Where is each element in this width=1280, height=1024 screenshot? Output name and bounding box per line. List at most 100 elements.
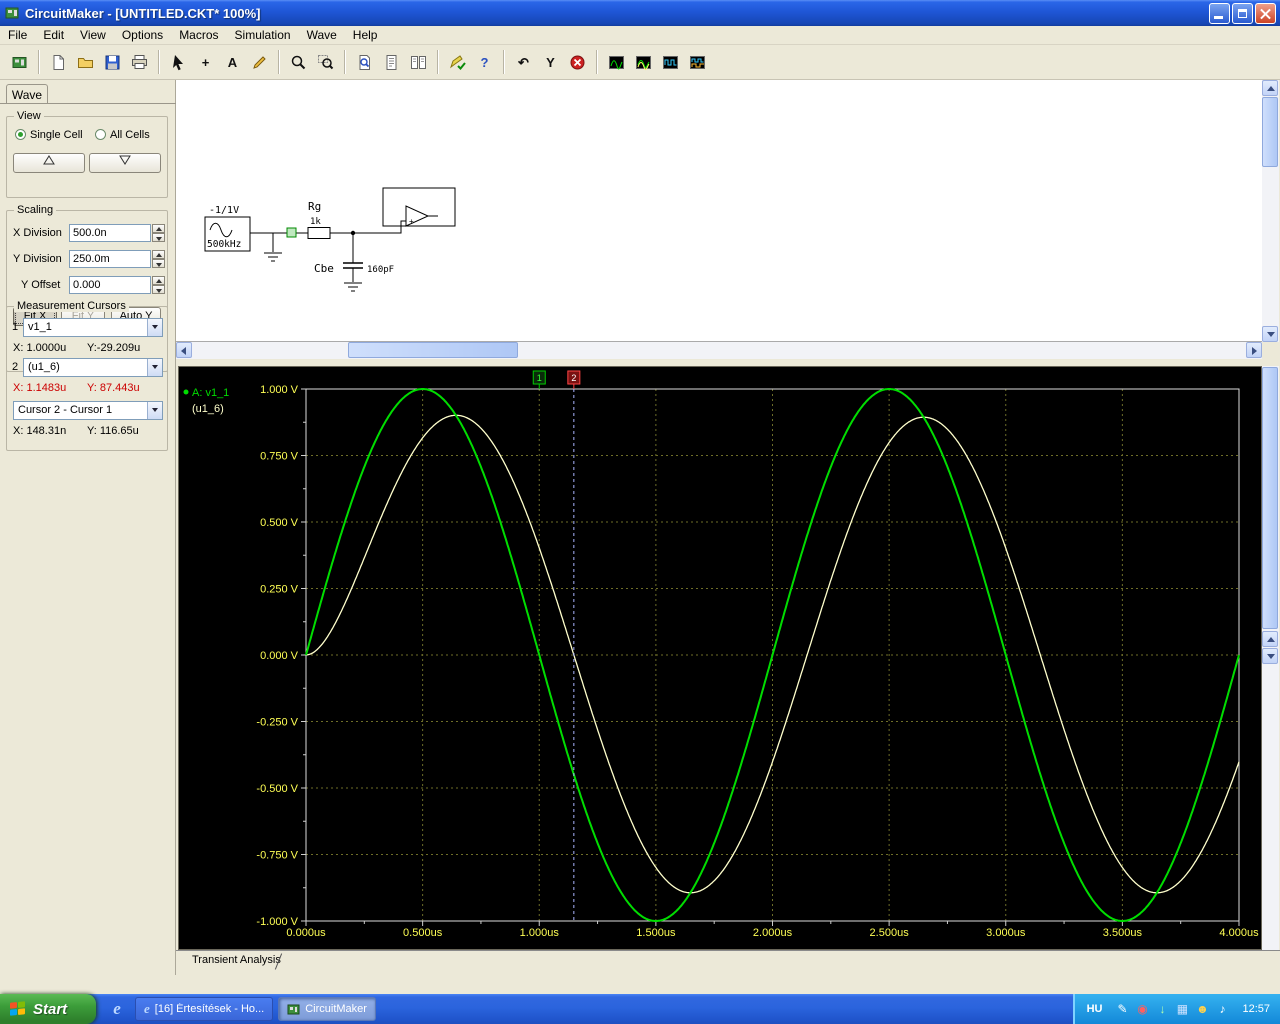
- svg-text:+: +: [409, 217, 414, 226]
- run-check-button[interactable]: [445, 49, 470, 75]
- print-button[interactable]: [127, 49, 152, 75]
- single-cell-radio[interactable]: [15, 129, 26, 140]
- tab-wave[interactable]: Wave: [6, 84, 48, 104]
- menu-wave[interactable]: Wave: [299, 26, 345, 44]
- tab-transient-analysis[interactable]: Transient Analysis: [184, 952, 291, 968]
- schematic-horizontal-scrollbar[interactable]: [176, 342, 1262, 359]
- x-tick-label: 1.000us: [520, 927, 560, 939]
- undo-button[interactable]: ↶: [511, 49, 536, 75]
- add-plus-icon: +: [202, 55, 210, 70]
- messenger-icon[interactable]: ☻: [1194, 1001, 1210, 1017]
- menu-view[interactable]: View: [72, 26, 114, 44]
- edit-pen-button[interactable]: [247, 49, 272, 75]
- scroll-thumb[interactable]: [1262, 97, 1278, 167]
- select-cursor-button[interactable]: [166, 49, 191, 75]
- cell-down-button[interactable]: [89, 153, 161, 173]
- start-button[interactable]: Start: [0, 994, 96, 1024]
- ground-symbol[interactable]: [264, 252, 282, 262]
- capacitor-cbe[interactable]: Cbe 160pF: [314, 262, 394, 275]
- zoom-area-button[interactable]: [313, 49, 338, 75]
- toolbar-separator: [158, 50, 160, 74]
- text-tool-button[interactable]: A: [220, 49, 245, 75]
- legend-trace-a: A: v1_1: [192, 387, 229, 399]
- language-indicator[interactable]: HU: [1087, 1003, 1103, 1015]
- report-page-button[interactable]: [379, 49, 404, 75]
- op-amp[interactable]: +: [382, 187, 456, 227]
- scroll-up-button[interactable]: [1262, 631, 1278, 647]
- signal-generator[interactable]: -1/1V 500kHz: [204, 205, 251, 252]
- ground-symbol[interactable]: [344, 282, 362, 292]
- scroll-right-button[interactable]: [1246, 342, 1262, 358]
- panel-divider: [0, 103, 176, 104]
- cursor2-signal-select[interactable]: (u1_6): [23, 358, 163, 377]
- chevron-down-icon[interactable]: [147, 319, 162, 336]
- task-button-notifications[interactable]: e [16] Értesítések - Ho...: [135, 997, 274, 1021]
- cursor-difference-select[interactable]: Cursor 2 - Cursor 1: [13, 401, 163, 420]
- open-file-button[interactable]: [73, 49, 98, 75]
- resistor-rg[interactable]: Rg 1k: [307, 200, 331, 239]
- menu-help[interactable]: Help: [345, 26, 386, 44]
- arrow-up-icon: [1267, 637, 1275, 642]
- all-cells-radio[interactable]: [95, 129, 106, 140]
- restore-button[interactable]: [1232, 2, 1253, 24]
- save-file-icon: [105, 55, 120, 69]
- update-icon[interactable]: ↓: [1154, 1001, 1170, 1017]
- svg-text:160pF: 160pF: [367, 265, 394, 275]
- analog-scope-2-button[interactable]: [631, 49, 656, 75]
- plot-vertical-scrollbar[interactable]: [1262, 366, 1279, 950]
- pen-icon[interactable]: ✎: [1114, 1001, 1130, 1017]
- close-button[interactable]: [1255, 2, 1276, 24]
- clock[interactable]: 12:57: [1242, 1003, 1270, 1015]
- new-file-button[interactable]: [46, 49, 71, 75]
- cell-up-button[interactable]: [13, 153, 85, 173]
- split-columns-button[interactable]: [406, 49, 431, 75]
- scroll-up-button[interactable]: [1262, 80, 1278, 96]
- scroll-down-button[interactable]: [1262, 326, 1278, 342]
- stop-simulation-button[interactable]: [565, 49, 590, 75]
- app-icon: [5, 7, 19, 19]
- minimize-button[interactable]: [1209, 2, 1230, 24]
- pcb-board-button[interactable]: [7, 49, 32, 75]
- task-button-circuitmaker[interactable]: CircuitMaker: [278, 997, 376, 1021]
- help-button[interactable]: ?: [472, 49, 497, 75]
- save-file-button[interactable]: [100, 49, 125, 75]
- svg-text:Rg: Rg: [308, 200, 321, 213]
- y-division-input[interactable]: [69, 250, 151, 268]
- y-offset-spinner[interactable]: [152, 276, 165, 294]
- menu-file[interactable]: File: [0, 26, 35, 44]
- x-tick-label: 2.000us: [753, 927, 793, 939]
- shield-icon[interactable]: ◉: [1134, 1001, 1150, 1017]
- menu-edit[interactable]: Edit: [35, 26, 72, 44]
- title-bar: CircuitMaker - [UNTITLED.CKT* 100%]: [0, 0, 1280, 26]
- scroll-thumb[interactable]: [1262, 367, 1278, 629]
- y-offset-input[interactable]: [69, 276, 151, 294]
- chevron-down-icon[interactable]: [147, 359, 162, 376]
- probe-y-button[interactable]: Y: [538, 49, 563, 75]
- analog-scope-1-button[interactable]: [604, 49, 629, 75]
- digital-scope-1-button[interactable]: [658, 49, 683, 75]
- y-tick-label: 0.000 V: [260, 650, 299, 662]
- window-title: CircuitMaker - [UNTITLED.CKT* 100%]: [25, 5, 261, 21]
- circuitmaker-icon: [287, 1004, 300, 1014]
- network-icon[interactable]: ▦: [1174, 1001, 1190, 1017]
- x-division-input[interactable]: [69, 224, 151, 242]
- scroll-down-button[interactable]: [1262, 648, 1278, 664]
- scroll-thumb[interactable]: [348, 342, 518, 358]
- digital-scope-2-button[interactable]: [685, 49, 710, 75]
- zoom-tool-button[interactable]: [286, 49, 311, 75]
- scroll-left-button[interactable]: [176, 342, 192, 358]
- quick-launch-internet-explorer[interactable]: e: [104, 997, 130, 1021]
- find-page-button[interactable]: [352, 49, 377, 75]
- menu-options[interactable]: Options: [114, 26, 171, 44]
- probe-point[interactable]: [286, 227, 297, 238]
- add-plus-button[interactable]: +: [193, 49, 218, 75]
- volume-icon[interactable]: ♪: [1214, 1001, 1230, 1017]
- menu-simulation[interactable]: Simulation: [227, 26, 299, 44]
- y-division-spinner[interactable]: [152, 250, 165, 268]
- schematic-vertical-scrollbar[interactable]: [1262, 80, 1279, 342]
- chevron-down-icon[interactable]: [147, 402, 162, 419]
- menu-macros[interactable]: Macros: [171, 26, 226, 44]
- cursor1-signal-select[interactable]: v1_1: [23, 318, 163, 337]
- x-division-spinner[interactable]: [152, 224, 165, 242]
- schematic-canvas[interactable]: -1/1V 500kHz Rg 1k + Cbe 160pF: [176, 80, 1262, 342]
